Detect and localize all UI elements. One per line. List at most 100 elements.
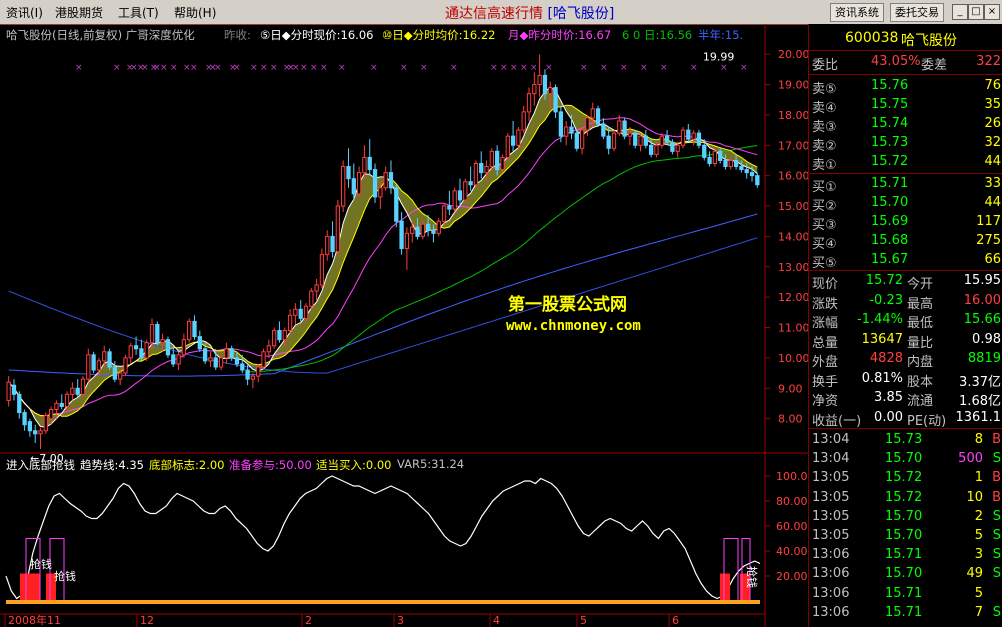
buy-volume: 66	[984, 252, 1001, 267]
minimize-icon[interactable]: _	[952, 4, 968, 20]
candle	[250, 373, 256, 389]
y-tick-label: 18.00	[778, 109, 808, 122]
stat-row: 总量 13647 量比 0.98	[809, 331, 1002, 351]
candle	[564, 120, 569, 146]
bottom-bar	[720, 573, 730, 604]
candle	[505, 133, 510, 161]
app-title: 通达信高速行情 [哈飞股份]	[445, 3, 614, 23]
info-system-button[interactable]: 资讯系统	[830, 3, 884, 22]
menu-item-hk-futures[interactable]: 港股期货	[55, 4, 103, 21]
signal-marker: ×	[270, 63, 278, 73]
stat-value: 8819	[967, 351, 1001, 366]
sell-row[interactable]: 卖③ 15.74 26	[809, 115, 1002, 135]
stat-value: 1361.1	[955, 409, 1002, 425]
weibi-value: 43.05%	[871, 54, 921, 69]
menu-item-info[interactable]: 资讯(I)	[6, 4, 43, 21]
tick-side: B	[992, 470, 1001, 486]
tick-side: S	[992, 451, 1001, 467]
signal-marker: ×	[580, 63, 588, 73]
tick-row: 13:05 15.72 10 B	[809, 489, 1002, 508]
tick-row: 13:05 15.70 2 S	[809, 508, 1002, 527]
y-tick-label: 13.00	[778, 261, 808, 274]
tick-volume: 5	[974, 585, 983, 601]
sell-row[interactable]: 卖② 15.73 32	[809, 134, 1002, 154]
candle	[187, 318, 192, 343]
sell-price: 15.76	[871, 78, 909, 93]
maximize-icon[interactable]: □	[968, 4, 984, 20]
kline-chart[interactable]: 20.00 19.00 18.00 17.00 16.00 15.00 14.00 13.00…	[0, 24, 808, 627]
y-tick-label: 8.00	[778, 413, 803, 426]
signal-marker: ×	[310, 63, 318, 73]
candle	[372, 163, 378, 203]
candle	[208, 351, 213, 367]
candle	[622, 117, 627, 140]
y-tick-label: 9.00	[778, 382, 803, 395]
buy-row[interactable]: 买⑤ 15.67 66	[809, 251, 1002, 271]
trade-button[interactable]: 委托交易	[890, 3, 944, 22]
divider	[809, 50, 1002, 51]
sell-row[interactable]: 卖④ 15.75 35	[809, 96, 1002, 116]
candle	[123, 354, 128, 377]
buy-row[interactable]: 买① 15.71 33	[809, 175, 1002, 195]
divider	[809, 270, 1002, 271]
buy-volume: 33	[984, 176, 1001, 191]
candle	[192, 315, 197, 340]
x-tick-label: 3	[397, 614, 404, 627]
x-tick-label: 12	[140, 614, 154, 627]
buy-label: 买②	[812, 199, 837, 214]
y-tick-label: 11.00	[778, 322, 808, 335]
sell-row[interactable]: 卖① 15.72 44	[809, 153, 1002, 173]
candle	[383, 166, 388, 191]
buy-label: 买①	[812, 180, 837, 195]
close-icon[interactable]: ×	[984, 4, 1000, 20]
buy-row[interactable]: 买③ 15.69 117	[809, 213, 1002, 233]
buy-price: 15.71	[871, 176, 909, 191]
candle	[325, 230, 330, 261]
tick-time: 13:06	[812, 547, 850, 563]
candle	[500, 154, 505, 173]
x-tick-label: 4	[493, 614, 500, 627]
candle	[287, 309, 293, 334]
candle	[75, 379, 80, 398]
sell-price: 15.74	[871, 116, 909, 131]
divider	[809, 173, 1002, 174]
app-title-stock: [哈飞股份]	[547, 6, 615, 22]
signal-marker: ×	[660, 63, 668, 73]
sell-price: 15.72	[871, 154, 909, 169]
buy-price: 15.68	[871, 233, 909, 248]
candle	[595, 105, 601, 128]
tick-row: 13:06 15.71 7 S	[809, 604, 1002, 623]
candle	[303, 303, 309, 322]
tick-volume: 5	[974, 528, 983, 543]
stat-value: 15.66	[963, 312, 1001, 327]
y-tick-label: 12.00	[778, 291, 808, 304]
sell-volume: 35	[984, 97, 1001, 112]
indicator-name: 进入底部抢钱	[6, 458, 75, 472]
indicator-trend: 趋势线:4.35	[80, 458, 144, 472]
menu-item-tools[interactable]: 工具(T)	[118, 4, 159, 21]
y-tick-label: 19.00	[778, 79, 808, 92]
stat-row: 涨跌 -0.23 最高 16.00	[809, 292, 1002, 312]
stat-value: 0.81%	[861, 370, 903, 386]
sell-row[interactable]: 卖⑤ 15.76 76	[809, 77, 1002, 97]
tick-row: 13:04 15.70 500 S	[809, 450, 1002, 469]
signal-marker: ×	[338, 63, 346, 73]
stat-label: PE(动)	[907, 413, 947, 429]
candle	[6, 376, 11, 407]
menu-item-help[interactable]: 帮助(H)	[174, 4, 216, 21]
legend-ma120: 半年:15.	[698, 28, 744, 42]
signal-marker: ×	[113, 63, 121, 73]
candle	[266, 339, 271, 358]
candle	[457, 178, 463, 207]
app-title-text: 通达信高速行情	[445, 6, 543, 22]
candle	[80, 376, 86, 398]
buy-row[interactable]: 买② 15.70 44	[809, 194, 1002, 214]
candle	[404, 227, 410, 270]
buy-price: 15.70	[871, 195, 909, 210]
buy-row[interactable]: 买④ 15.68 275	[809, 232, 1002, 252]
candle	[489, 148, 494, 170]
candle	[473, 160, 479, 188]
price-annotation: 19.99	[703, 50, 735, 63]
signal-marker: ×	[620, 63, 628, 73]
signal-marker: ×	[300, 63, 308, 73]
